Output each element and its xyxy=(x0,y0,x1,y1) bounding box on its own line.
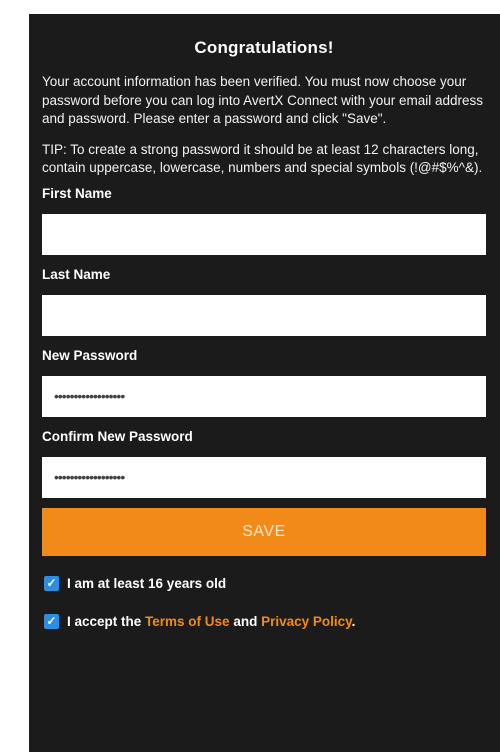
confirm-password-label: Confirm New Password xyxy=(42,428,193,444)
last-name-input[interactable] xyxy=(42,294,486,336)
age-checkbox-label: I am at least 16 years old xyxy=(67,576,227,591)
password-tip: TIP: To create a strong password it shou… xyxy=(42,141,483,176)
terms-checkbox-row[interactable]: ✓ I accept the Terms of Use and Privacy … xyxy=(42,612,486,632)
check-icon: ✓ xyxy=(46,614,57,628)
age-checkbox-row[interactable]: ✓ I am at least 16 years old xyxy=(42,574,486,594)
last-name-label: Last Name xyxy=(42,266,111,282)
privacy-policy-link[interactable]: Privacy Policy xyxy=(261,614,352,629)
first-name-label: First Name xyxy=(42,185,112,201)
terms-checkbox-label: I accept the Terms of Use and Privacy Po… xyxy=(67,614,355,629)
terms-checkbox[interactable]: ✓ xyxy=(44,614,59,629)
intro-message: Your account information has been verifi… xyxy=(42,74,483,126)
save-button[interactable]: SAVE xyxy=(42,507,486,556)
check-icon: ✓ xyxy=(46,576,57,590)
signup-panel: Congratulations! Your account informatio… xyxy=(29,14,500,752)
terms-of-use-link[interactable]: Terms of Use xyxy=(145,614,230,629)
new-password-field[interactable]: •••••••••••••••••• xyxy=(42,375,486,417)
terms-middle: and xyxy=(229,614,262,629)
first-name-input[interactable] xyxy=(42,213,486,255)
confirm-password-input[interactable] xyxy=(42,456,486,498)
terms-prefix: I accept the xyxy=(67,614,146,629)
new-password-label: New Password xyxy=(42,347,138,363)
page-title: Congratulations! xyxy=(194,38,334,57)
new-password-input[interactable] xyxy=(42,375,486,417)
confirm-password-field[interactable]: •••••••••••••••••• xyxy=(42,456,486,498)
terms-suffix: . xyxy=(351,614,356,629)
age-checkbox[interactable]: ✓ xyxy=(44,576,59,591)
